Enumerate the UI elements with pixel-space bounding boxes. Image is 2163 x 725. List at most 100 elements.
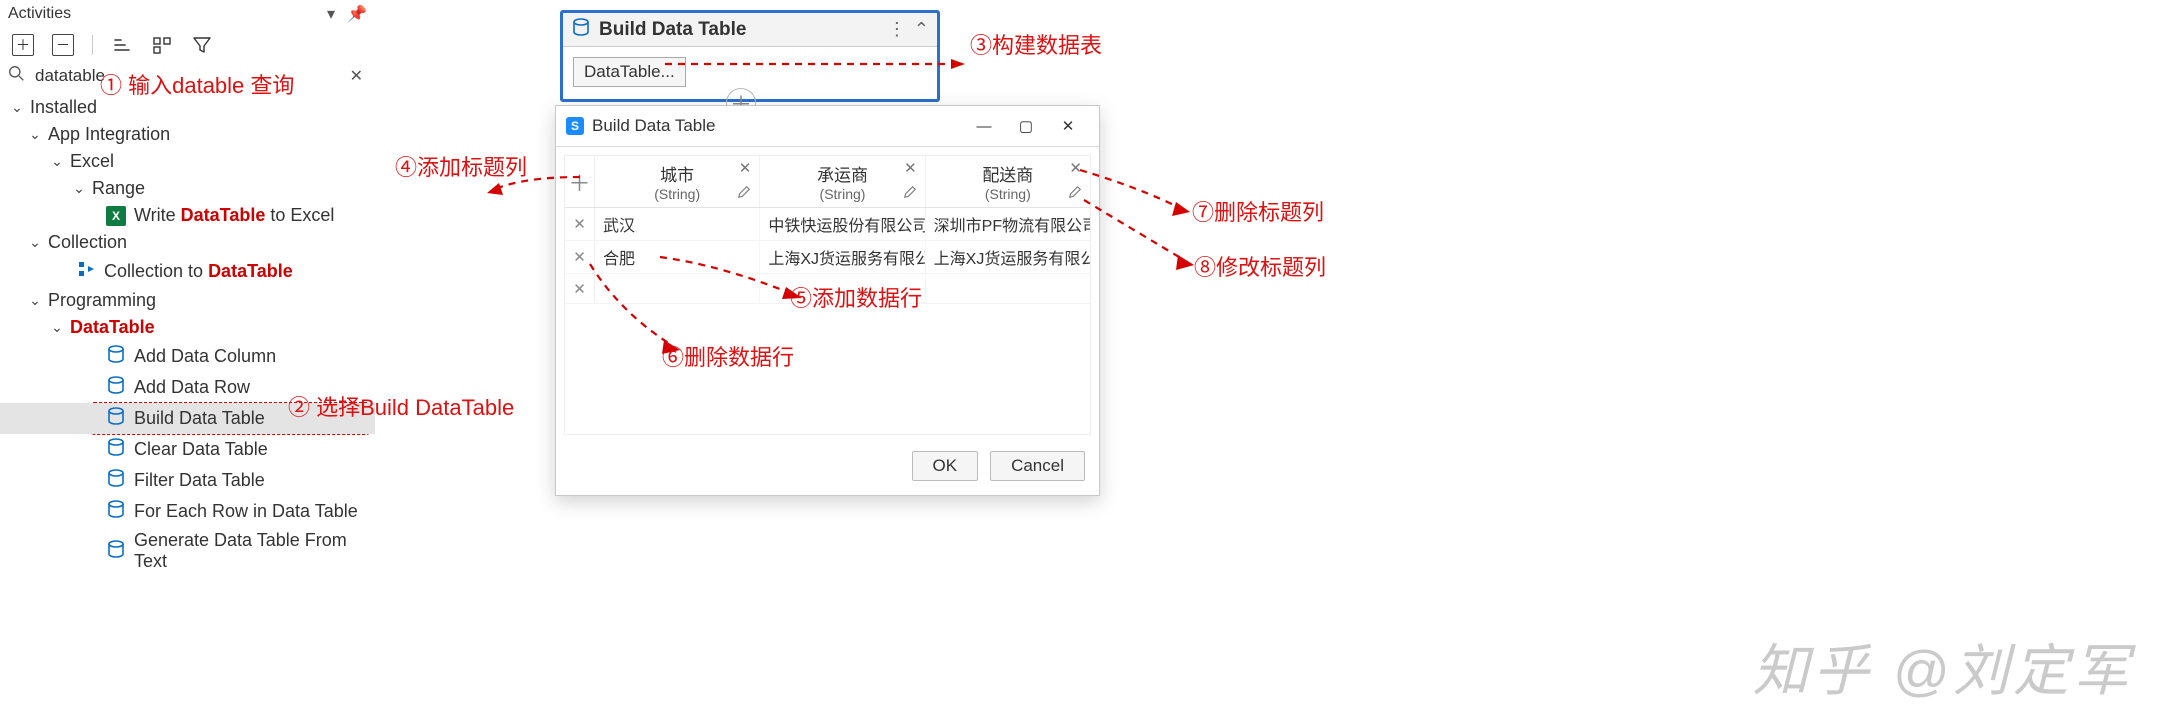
ok-button[interactable]: OK: [912, 451, 979, 481]
datatable-property-button[interactable]: DataTable...: [573, 57, 686, 87]
column-delete-icon[interactable]: ✕: [1069, 159, 1082, 177]
tree-range[interactable]: ⌄Range: [0, 175, 375, 202]
activity-label: Filter Data Table: [134, 470, 265, 491]
card-title: Build Data Table: [599, 19, 880, 41]
activity-label: Generate Data Table From Text: [134, 530, 369, 572]
collapse-icon[interactable]: ⌃: [914, 19, 929, 40]
app-icon: S: [566, 117, 584, 135]
activity-label: Add Data Column: [134, 346, 276, 367]
cancel-button[interactable]: Cancel: [990, 451, 1085, 481]
close-button[interactable]: ✕: [1047, 112, 1089, 140]
activity-filter-data-table[interactable]: Filter Data Table: [0, 465, 375, 496]
maximize-button[interactable]: ▢: [1005, 112, 1047, 140]
collection-icon: [76, 259, 96, 284]
toolbar-separator: [92, 35, 93, 55]
search-icon: [8, 65, 25, 87]
activity-label: Add Data Row: [134, 377, 250, 398]
grid-cell[interactable]: 上海XJ货运服务有限公司: [760, 241, 925, 273]
search-clear-icon[interactable]: ✕: [346, 66, 367, 86]
tree-excel[interactable]: ⌄Excel: [0, 148, 375, 175]
datatable-icon: [106, 539, 126, 564]
tree-label: Installed: [30, 97, 97, 118]
more-icon[interactable]: ⋮: [888, 19, 906, 40]
grid-cell[interactable]: 武汉: [595, 208, 760, 240]
column-delete-icon[interactable]: ✕: [739, 159, 752, 177]
filter-icon[interactable]: [191, 34, 213, 56]
activity-generate-data-table[interactable]: Generate Data Table From Text: [0, 527, 375, 575]
column-type: (String): [985, 186, 1031, 202]
annotation-4: ④添加标题列: [395, 150, 527, 182]
column-header[interactable]: ✕ 承运商 (String): [760, 156, 925, 207]
datatable-icon: [106, 375, 126, 400]
tree-collection[interactable]: ⌄Collection: [0, 229, 375, 256]
column-header[interactable]: ✕ 城市 (String): [595, 156, 760, 207]
activities-header: Activities ▾ 📌: [0, 0, 375, 28]
add-column-button[interactable]: ＋: [565, 156, 595, 207]
tree-programming[interactable]: ⌄Programming: [0, 287, 375, 314]
column-name: 配送商: [982, 161, 1033, 186]
tree-label: App Integration: [48, 124, 170, 145]
column-type: (String): [654, 186, 700, 202]
grid-cell[interactable]: 中铁快运股份有限公司: [760, 208, 925, 240]
card-header: Build Data Table ⋮ ⌃: [563, 13, 937, 47]
panel-title: Activities: [8, 5, 71, 23]
column-edit-icon[interactable]: [1068, 183, 1082, 204]
watermark: 知乎 @刘定军: [1753, 626, 2133, 707]
datatable-icon: [106, 437, 126, 462]
minimize-button[interactable]: —: [963, 112, 1005, 140]
grid-cell[interactable]: [926, 274, 1090, 303]
row-delete-icon[interactable]: ✕: [565, 241, 595, 273]
activity-label: Clear Data Table: [134, 439, 268, 460]
column-type: (String): [820, 186, 866, 202]
column-edit-icon[interactable]: [737, 183, 751, 204]
annotation-5: ⑤添加数据行: [790, 281, 922, 313]
activity-write-datatable-excel[interactable]: X Write DataTable to Excel: [0, 202, 375, 229]
datatable-icon: [106, 406, 126, 431]
expand-icon[interactable]: ＋: [12, 34, 34, 56]
pin-icon[interactable]: 📌: [347, 4, 367, 24]
annotation-3: ③构建数据表: [970, 28, 1102, 60]
tree-label: Programming: [48, 290, 156, 311]
grid-cell[interactable]: 深圳市PF物流有限公司: [926, 208, 1090, 240]
annotation-2: ② 选择Build DataTable: [288, 390, 514, 422]
column-name: 承运商: [817, 161, 868, 186]
sort-icon[interactable]: [111, 34, 133, 56]
chevron-down-icon[interactable]: ▾: [327, 4, 335, 24]
annotation-1: ① 输入datable 查询: [100, 68, 294, 100]
dialog-buttons: OK Cancel: [556, 439, 1099, 495]
grid-cell[interactable]: [595, 274, 760, 303]
datatable-icon: [106, 344, 126, 369]
activity-tree: ⌄Installed ⌄App Integration ⌄Excel ⌄Rang…: [0, 90, 375, 587]
activity-add-data-column[interactable]: Add Data Column: [0, 341, 375, 372]
activity-for-each-row[interactable]: For Each Row in Data Table: [0, 496, 375, 527]
grid-row[interactable]: ✕ 武汉 中铁快运股份有限公司 深圳市PF物流有限公司: [565, 208, 1090, 241]
grid-header: ＋ ✕ 城市 (String) ✕ 承运商 (String) ✕ 配送商 (St…: [565, 156, 1090, 208]
row-delete-icon[interactable]: ✕: [565, 208, 595, 240]
column-delete-icon[interactable]: ✕: [904, 159, 917, 177]
group-icon[interactable]: [151, 34, 173, 56]
column-name: 城市: [660, 161, 694, 186]
tree-label: Range: [92, 178, 145, 199]
collapse-icon[interactable]: －: [52, 34, 74, 56]
row-delete-icon[interactable]: ✕: [565, 274, 595, 303]
excel-icon: X: [106, 206, 126, 226]
activity-label: For Each Row in Data Table: [134, 501, 358, 522]
activity-collection-to-datatable[interactable]: Collection to DataTable: [0, 256, 375, 287]
annotation-8: ⑧修改标题列: [1194, 250, 1326, 282]
tree-app-integration[interactable]: ⌄App Integration: [0, 121, 375, 148]
tree-datatable-group[interactable]: ⌄DataTable: [0, 314, 375, 341]
column-header[interactable]: ✕ 配送商 (String): [926, 156, 1090, 207]
grid-cell[interactable]: 合肥: [595, 241, 760, 273]
activity-label: Write DataTable to Excel: [134, 205, 334, 226]
annotation-7: ⑦删除标题列: [1192, 195, 1324, 227]
column-edit-icon[interactable]: [903, 183, 917, 204]
grid-row[interactable]: ✕ 合肥 上海XJ货运服务有限公司 上海XJ货运服务有限公司: [565, 241, 1090, 274]
datatable-icon: [571, 17, 591, 42]
activity-label: Collection to DataTable: [104, 261, 293, 282]
grid-cell[interactable]: 上海XJ货运服务有限公司: [926, 241, 1090, 273]
activity-label: Build Data Table: [134, 408, 265, 429]
activities-toolbar: ＋ －: [0, 28, 375, 62]
tree-label: Collection: [48, 232, 127, 253]
datatable-icon: [106, 499, 126, 524]
activity-clear-data-table[interactable]: Clear Data Table: [0, 434, 375, 465]
